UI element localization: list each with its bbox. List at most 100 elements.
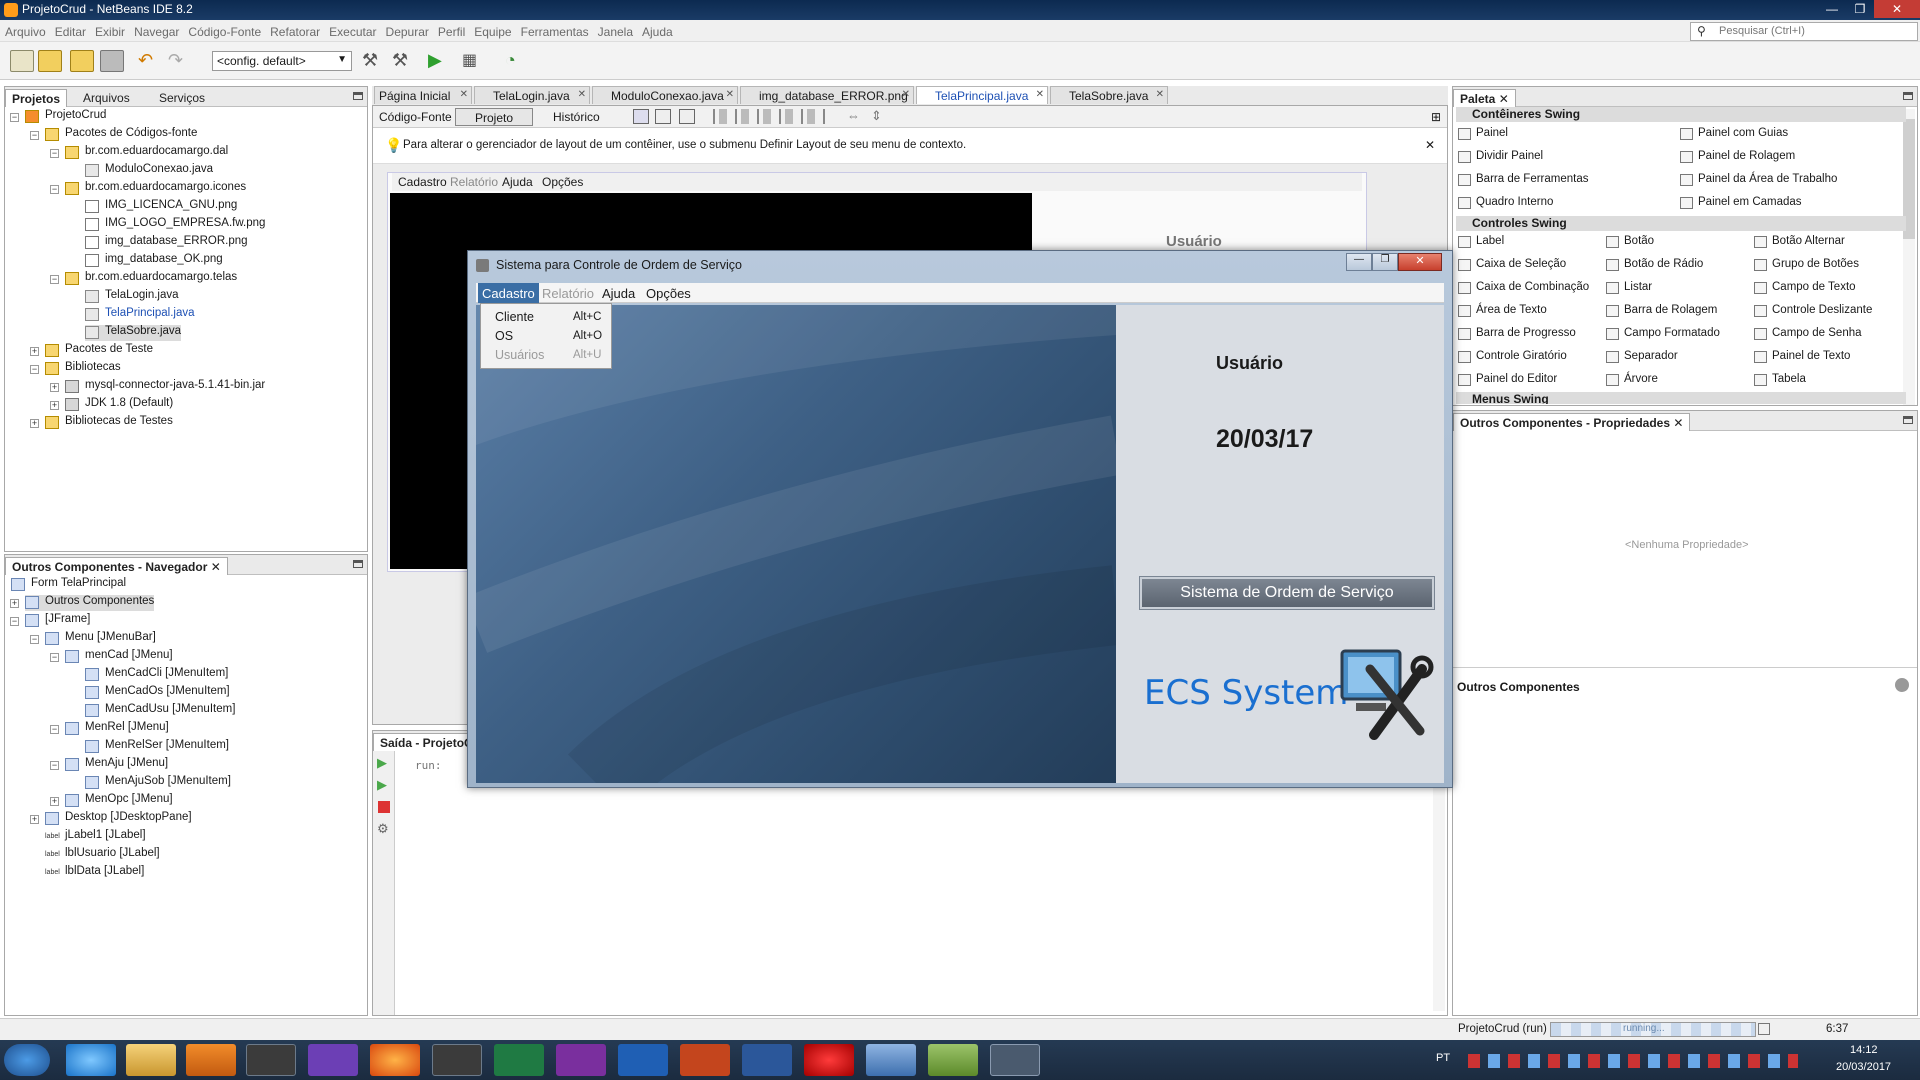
close-tab-icon[interactable]: ✕ bbox=[726, 89, 734, 100]
tree-node-file[interactable]: img_database_OK.png bbox=[85, 253, 223, 269]
palette-item[interactable]: Listar bbox=[1606, 281, 1652, 294]
nav-node[interactable]: label lblUsuario [JLabel] bbox=[45, 847, 160, 863]
palette-item[interactable]: Separador bbox=[1606, 350, 1678, 363]
new-project-icon[interactable] bbox=[38, 50, 62, 72]
resize-horizontal-icon[interactable]: ⇔ bbox=[847, 108, 860, 123]
tree-node-file[interactable]: TelaLogin.java bbox=[85, 289, 179, 305]
expand-icon[interactable]: + bbox=[30, 347, 39, 356]
design-menu-relatorio[interactable]: Relatório bbox=[450, 175, 498, 189]
powerpoint-icon[interactable] bbox=[680, 1044, 730, 1076]
tree-node-projetocrud[interactable]: ProjetoCrud bbox=[25, 109, 106, 125]
file-explorer-icon[interactable] bbox=[126, 1044, 176, 1076]
nav-node[interactable]: MenCadUsu [JMenuItem] bbox=[85, 703, 235, 719]
nav-node[interactable]: Desktop [JDesktopPane] bbox=[45, 811, 192, 827]
redo-icon[interactable]: ↷ bbox=[168, 50, 192, 72]
minimize-button[interactable]: — bbox=[1818, 0, 1846, 18]
nav-node[interactable]: Outros Componentes bbox=[25, 595, 155, 611]
tree-node-jdk[interactable]: JDK 1.8 (Default) bbox=[65, 397, 173, 413]
taskbar-date[interactable]: 20/03/2017 bbox=[1836, 1061, 1891, 1073]
app-close-button[interactable]: ✕ bbox=[1398, 253, 1442, 271]
settings-icon[interactable]: ⚙ bbox=[377, 821, 389, 837]
tree-node-test-libraries[interactable]: Bibliotecas de Testes bbox=[45, 415, 173, 431]
outlook-icon[interactable] bbox=[618, 1044, 668, 1076]
mode-codigo-fonte[interactable]: Código-Fonte bbox=[379, 110, 452, 124]
palette-item[interactable]: Painel com Guias bbox=[1680, 127, 1788, 140]
taskbar-clock[interactable]: 14:12 bbox=[1850, 1044, 1878, 1056]
app-window-icon[interactable] bbox=[928, 1044, 978, 1076]
menu-exibir[interactable]: Exibir bbox=[90, 20, 129, 39]
expand-icon[interactable]: + bbox=[50, 797, 59, 806]
nav-node[interactable]: MenAju [JMenu] bbox=[65, 757, 168, 773]
resize-vertical-icon[interactable]: ⇕ bbox=[871, 108, 882, 124]
clean-build-icon[interactable]: ⚒ bbox=[392, 50, 416, 72]
java-icon[interactable] bbox=[990, 1044, 1040, 1076]
selection-mode-icon[interactable] bbox=[633, 109, 649, 124]
close-tab-icon[interactable]: ✕ bbox=[1156, 89, 1164, 100]
palette-item[interactable]: Painel bbox=[1458, 127, 1508, 140]
design-menu-opcoes[interactable]: Opções bbox=[542, 175, 583, 189]
palette-section-containers[interactable]: Contêineres Swing bbox=[1456, 107, 1906, 122]
menu-perfil[interactable]: Perfil bbox=[433, 20, 469, 39]
connection-mode-icon[interactable] bbox=[655, 109, 671, 124]
collapse-icon[interactable]: − bbox=[50, 761, 59, 770]
tree-node-file[interactable]: img_database_ERROR.png bbox=[85, 235, 248, 251]
close-tab-icon[interactable]: ✕ bbox=[902, 89, 910, 100]
expand-icon[interactable]: + bbox=[50, 383, 59, 392]
palette-item[interactable]: Área de Texto bbox=[1458, 304, 1547, 317]
collapse-icon[interactable]: − bbox=[10, 617, 19, 626]
nav-node[interactable]: MenCadOs [JMenuItem] bbox=[85, 685, 230, 701]
start-button[interactable] bbox=[4, 1044, 50, 1076]
design-label-usuario[interactable]: Usuário bbox=[1166, 233, 1222, 250]
palette-item[interactable]: Árvore bbox=[1606, 373, 1658, 386]
tab-moduloconexao[interactable]: ModuloConexao.java ✕ bbox=[592, 86, 738, 104]
stop-icon[interactable] bbox=[378, 801, 390, 813]
visual-studio-icon[interactable] bbox=[308, 1044, 358, 1076]
tab-telaprincipal[interactable]: TelaPrincipal.java ✕ bbox=[916, 86, 1048, 104]
config-select[interactable]: <config. default> ▼ bbox=[212, 51, 352, 71]
menu-item-os[interactable]: OS bbox=[495, 329, 513, 343]
collapse-icon[interactable]: − bbox=[50, 149, 59, 158]
palette-item[interactable]: Botão bbox=[1606, 235, 1654, 248]
nav-node[interactable]: Menu [JMenuBar] bbox=[45, 631, 156, 647]
palette-item[interactable]: Botão Alternar bbox=[1754, 235, 1845, 248]
close-hint-icon[interactable]: ✕ bbox=[1425, 138, 1435, 152]
nav-node[interactable]: Form TelaPrincipal bbox=[11, 577, 126, 593]
tree-node-tests[interactable]: Pacotes de Teste bbox=[45, 343, 153, 359]
menu-navegar[interactable]: Navegar bbox=[129, 20, 183, 39]
expand-icon[interactable]: + bbox=[30, 419, 39, 428]
palette-item[interactable]: Controle Deslizante bbox=[1754, 304, 1872, 317]
output-scrollbar[interactable] bbox=[1433, 755, 1445, 1011]
menu-janela[interactable]: Janela bbox=[593, 20, 637, 39]
collapse-icon[interactable]: − bbox=[30, 365, 39, 374]
palette-item[interactable]: Painel em Camadas bbox=[1680, 196, 1802, 209]
palette-item[interactable]: Botão de Rádio bbox=[1606, 258, 1703, 271]
chrome-icon[interactable] bbox=[246, 1044, 296, 1076]
onenote-icon[interactable] bbox=[556, 1044, 606, 1076]
nav-node[interactable]: MenRelSer [JMenuItem] bbox=[85, 739, 229, 755]
palette-item[interactable]: Grupo de Botões bbox=[1754, 258, 1859, 271]
nav-node[interactable]: menCad [JMenu] bbox=[65, 649, 173, 665]
tree-node-file[interactable]: TelaSobre.java bbox=[85, 325, 182, 341]
palette-item[interactable]: Tabela bbox=[1754, 373, 1806, 386]
debug-icon[interactable]: ▦ bbox=[462, 50, 486, 72]
menu-editar[interactable]: Editar bbox=[50, 20, 90, 39]
tab-telasobre[interactable]: TelaSobre.java ✕ bbox=[1050, 86, 1168, 104]
rerun-with-args-icon[interactable]: ▶ bbox=[377, 777, 387, 793]
palette-item[interactable]: Barra de Ferramentas bbox=[1458, 173, 1589, 186]
opera-icon[interactable] bbox=[804, 1044, 854, 1076]
firefox-icon[interactable] bbox=[370, 1044, 420, 1076]
tab-servicos[interactable]: Serviços bbox=[153, 89, 211, 107]
palette-item[interactable]: Controle Giratório bbox=[1458, 350, 1567, 363]
app-desktop-pane[interactable] bbox=[476, 305, 1116, 783]
nav-node[interactable]: MenRel [JMenu] bbox=[65, 721, 169, 737]
minimize-panel-icon[interactable] bbox=[1903, 416, 1913, 424]
cancel-task-icon[interactable] bbox=[1758, 1023, 1770, 1035]
palette-item[interactable]: Label bbox=[1458, 235, 1504, 248]
app-maximize-button[interactable]: ❐ bbox=[1372, 253, 1398, 271]
run-icon[interactable]: ▶ bbox=[428, 50, 452, 72]
palette-item[interactable]: Painel do Editor bbox=[1458, 373, 1557, 386]
sublime-icon[interactable] bbox=[432, 1044, 482, 1076]
menu-ferramentas[interactable]: Ferramentas bbox=[516, 20, 593, 39]
palette-item[interactable]: Painel de Rolagem bbox=[1680, 150, 1795, 163]
collapse-icon[interactable]: − bbox=[50, 185, 59, 194]
